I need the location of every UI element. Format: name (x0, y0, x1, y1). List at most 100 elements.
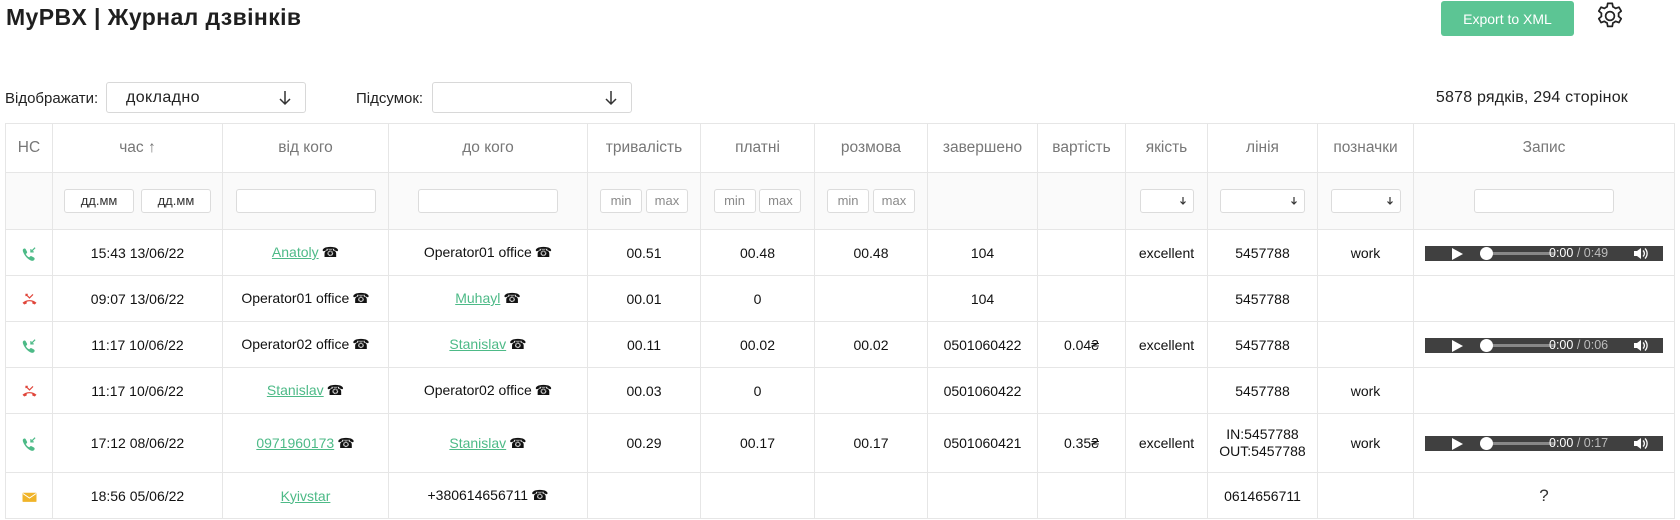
from-filter-input[interactable] (235, 189, 376, 213)
duration-min-input[interactable]: min (600, 189, 643, 213)
time-cell: 18:56 05/06/22 (52, 472, 223, 519)
contact-link[interactable]: Stanislav (449, 336, 506, 352)
col-header-talk[interactable]: розмова (814, 123, 928, 173)
seek-knob[interactable] (1480, 338, 1493, 352)
contact-link[interactable]: Anatoly (272, 244, 319, 260)
talk-cell (814, 275, 928, 322)
duration-cell: 00.01 (587, 275, 701, 322)
volume-icon[interactable] (1633, 247, 1649, 260)
talk-cell (814, 472, 928, 519)
playback-time: 0:00 / 0:49 (1549, 245, 1609, 260)
col-header-quality[interactable]: якість (1125, 123, 1208, 173)
tags-cell (1317, 472, 1414, 519)
contact-link[interactable]: 0971960173 (256, 435, 334, 451)
filter-cell: min max (814, 172, 928, 230)
talk-min-input[interactable]: min (827, 189, 870, 213)
col-header-from[interactable]: від кого (222, 123, 389, 173)
line-filter-select[interactable] (1220, 189, 1305, 213)
phone-icon[interactable]: ☎ (503, 290, 520, 306)
record-cell (1413, 275, 1675, 322)
volume-icon[interactable] (1633, 339, 1649, 352)
arrow-down-icon (605, 91, 617, 106)
date-to-input[interactable]: дд.мм (140, 189, 211, 213)
phone-icon[interactable]: ☎ (352, 290, 369, 306)
summary-select[interactable] (432, 82, 632, 113)
phone-icon[interactable]: ☎ (509, 435, 526, 451)
table-row: 11:17 10/06/22 Stanislav ☎ Operator02 off… (5, 367, 1675, 414)
col-header-duration[interactable]: тривалість (587, 123, 701, 173)
paid-cell: 00.48 (700, 229, 815, 276)
from-cell: Operator02 office ☎ (222, 321, 389, 368)
col-header-paid[interactable]: платні (700, 123, 815, 173)
table-row: 11:17 10/06/22 Operator02 office ☎ Stanis… (5, 321, 1675, 368)
tags-filter-select[interactable] (1330, 189, 1401, 213)
to-filter-input[interactable] (418, 189, 558, 213)
paid-max-input[interactable]: max (759, 189, 802, 213)
col-header-time[interactable]: час ↑ (52, 123, 223, 173)
phone-icon[interactable]: ☎ (531, 487, 548, 503)
talk-cell: 00.48 (814, 229, 928, 276)
col-header-ns[interactable]: НС (5, 123, 53, 173)
seek-knob[interactable] (1480, 437, 1493, 451)
audio-player[interactable]: 0:00 / 0:06 (1425, 337, 1663, 353)
tags-cell (1317, 275, 1414, 322)
filter-cell (1037, 172, 1126, 230)
contact-name: Operator02 office (241, 336, 350, 352)
quality-filter-select[interactable] (1139, 189, 1194, 213)
envelope-icon (22, 492, 36, 502)
col-header-ended[interactable]: завершено (927, 123, 1038, 173)
paid-min-input[interactable]: min (713, 189, 756, 213)
volume-icon[interactable] (1633, 437, 1649, 450)
talk-cell (814, 367, 928, 414)
page-title: MyPBX | Журнал дзвінків (6, 4, 302, 30)
filter-cell (1317, 172, 1414, 230)
col-header-cost[interactable]: вартість (1037, 123, 1126, 173)
col-header-to[interactable]: до кого (388, 123, 588, 173)
phone-icon[interactable]: ☎ (509, 336, 526, 352)
contact-link[interactable]: Muhayl (455, 290, 500, 306)
to-cell: Stanislav ☎ (388, 413, 588, 473)
display-select[interactable]: докладно (106, 82, 306, 113)
tags-cell (1317, 321, 1414, 368)
phone-icon[interactable]: ☎ (327, 382, 344, 398)
col-header-tags[interactable]: позначки (1317, 123, 1414, 173)
audio-player[interactable]: 0:00 / 0:17 (1425, 436, 1663, 452)
ended-cell: 104 (927, 229, 1038, 276)
phone-icon[interactable]: ☎ (322, 244, 339, 260)
contact-link[interactable]: Kyivstar (281, 488, 331, 504)
seek-knob[interactable] (1480, 246, 1493, 260)
to-cell: Muhayl ☎ (388, 275, 588, 322)
phone-icon[interactable]: ☎ (352, 336, 369, 352)
status-cell (5, 275, 53, 322)
arrow-down-icon (1179, 197, 1186, 205)
to-cell: +380614656711 ☎ (388, 472, 588, 519)
export-xml-button[interactable]: Export to XML (1441, 1, 1574, 36)
line-cell: 0614656711 (1207, 472, 1318, 519)
contact-link[interactable]: Stanislav (449, 435, 506, 451)
contact-link[interactable]: Stanislav (267, 382, 324, 398)
play-icon[interactable] (1452, 247, 1463, 260)
phone-icon[interactable]: ☎ (535, 244, 552, 260)
cost-cell: 0.35₴ (1037, 413, 1126, 473)
header-row: НС час ↑ від кого до кого тривалість пла… (5, 123, 1675, 173)
record-filter-input[interactable] (1474, 189, 1614, 213)
phone-icon[interactable]: ☎ (535, 382, 552, 398)
col-header-line[interactable]: лінія (1207, 123, 1318, 173)
col-header-record[interactable]: Запис (1413, 123, 1675, 173)
phone-icon[interactable]: ☎ (337, 435, 354, 451)
play-icon[interactable] (1452, 339, 1463, 352)
missed-call-icon (22, 293, 36, 305)
record-unknown[interactable]: ? (1539, 486, 1548, 505)
duration-max-input[interactable]: max (645, 189, 688, 213)
table-row: 17:12 08/06/22 0971960173 ☎ Stanislav ☎ 00… (5, 413, 1675, 473)
to-cell: Stanislav ☎ (388, 321, 588, 368)
from-cell: Anatoly ☎ (222, 229, 389, 276)
status-cell (5, 229, 53, 276)
record-cell: 0:00 / 0:17 (1413, 413, 1675, 473)
date-from-input[interactable]: дд.мм (64, 189, 135, 213)
audio-player[interactable]: 0:00 / 0:49 (1425, 245, 1663, 261)
cost-cell (1037, 472, 1126, 519)
play-icon[interactable] (1452, 438, 1463, 451)
gear-icon[interactable] (1594, 0, 1626, 32)
talk-max-input[interactable]: max (872, 189, 915, 213)
